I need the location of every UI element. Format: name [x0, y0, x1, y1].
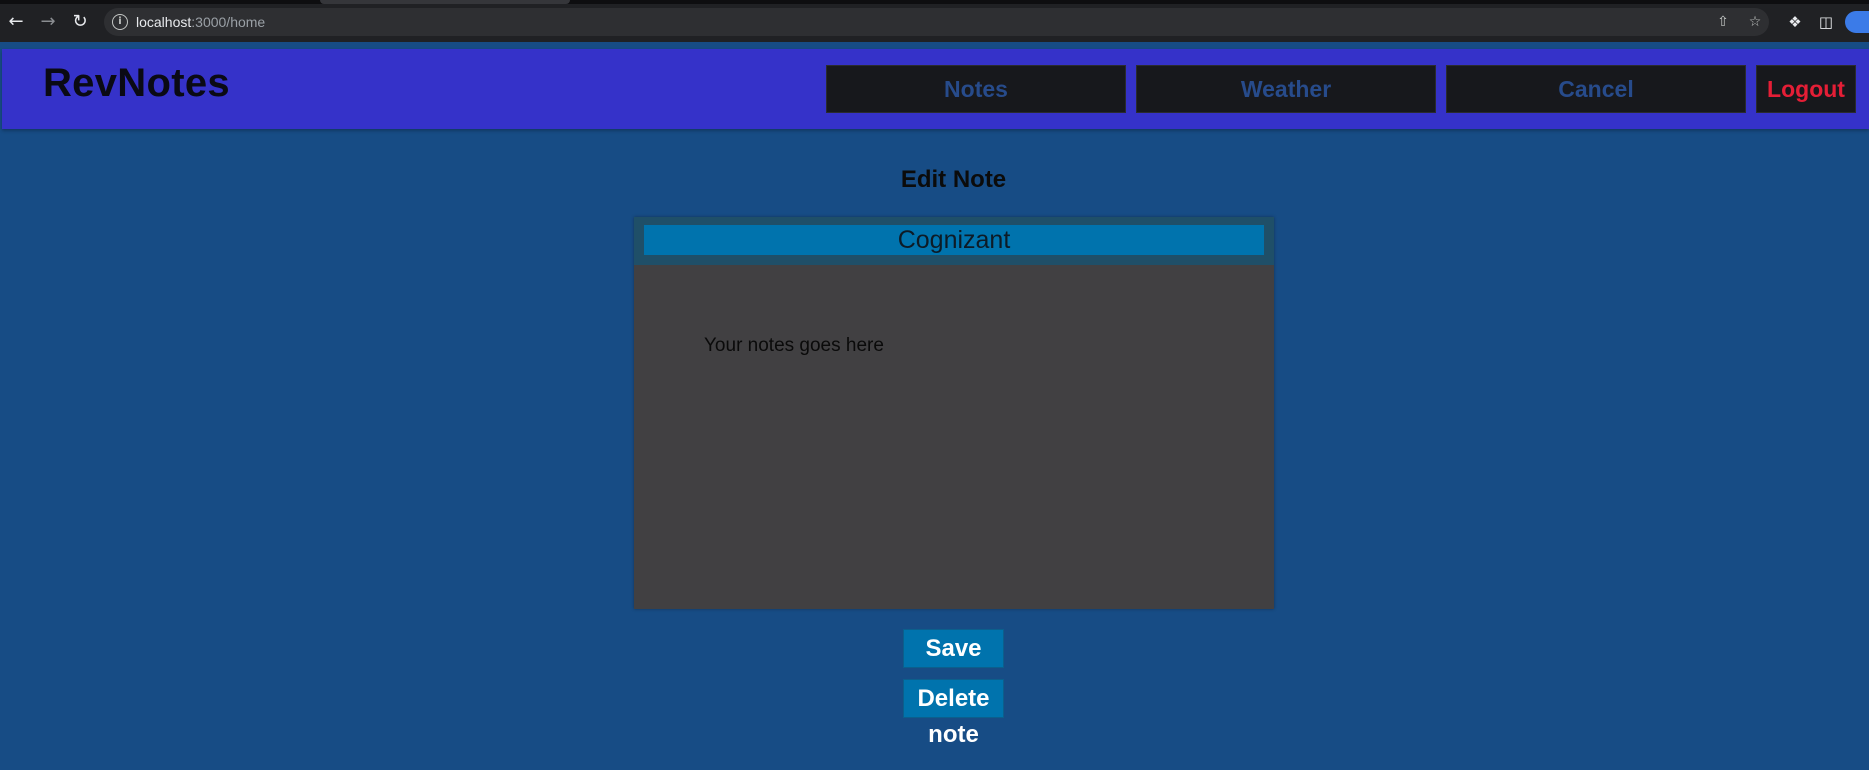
- profile-avatar[interactable]: [1845, 11, 1869, 33]
- share-icon[interactable]: ⇧: [1714, 13, 1732, 31]
- note-body-placeholder: Your notes goes here: [704, 335, 884, 356]
- browser-toolbar: ← → ↻ i localhost:3000/home ⇧ ☆ ❖ ◫: [0, 0, 1869, 42]
- nav-cancel-button[interactable]: Cancel: [1446, 65, 1746, 113]
- app-navbar: RevNotes Notes Weather Cancel Logout: [2, 49, 1869, 129]
- save-button[interactable]: Save: [903, 629, 1004, 668]
- delete-note-button[interactable]: Delete: [903, 679, 1004, 718]
- url-text[interactable]: localhost:3000/home: [136, 14, 265, 30]
- logout-button[interactable]: Logout: [1756, 65, 1856, 113]
- forward-icon[interactable]: →: [35, 9, 61, 35]
- extensions-icon[interactable]: ❖: [1785, 12, 1805, 32]
- brand-logo[interactable]: RevNotes: [43, 61, 230, 106]
- site-info-icon[interactable]: i: [112, 14, 128, 30]
- address-bar[interactable]: i localhost:3000/home ⇧ ☆: [104, 8, 1769, 36]
- active-tab[interactable]: [320, 0, 570, 4]
- note-body-textarea[interactable]: Your notes goes here: [634, 265, 1274, 609]
- url-path: :3000/home: [191, 14, 266, 30]
- tab-strip: [0, 0, 1869, 4]
- delete-note-button-label-overflow[interactable]: note: [0, 721, 1869, 749]
- nav-weather-button[interactable]: Weather: [1136, 65, 1436, 113]
- url-host: localhost: [136, 14, 192, 30]
- bookmark-star-icon[interactable]: ☆: [1746, 13, 1764, 31]
- side-panel-icon[interactable]: ◫: [1816, 12, 1836, 32]
- reload-icon[interactable]: ↻: [67, 9, 93, 35]
- note-editor: Cognizant Your notes goes here: [634, 217, 1274, 609]
- page-title: Edit Note: [900, 166, 1007, 193]
- nav-notes-button[interactable]: Notes: [826, 65, 1126, 113]
- note-title-bar: Cognizant: [634, 217, 1274, 265]
- back-icon[interactable]: ←: [3, 9, 29, 35]
- note-title-input[interactable]: Cognizant: [644, 225, 1264, 255]
